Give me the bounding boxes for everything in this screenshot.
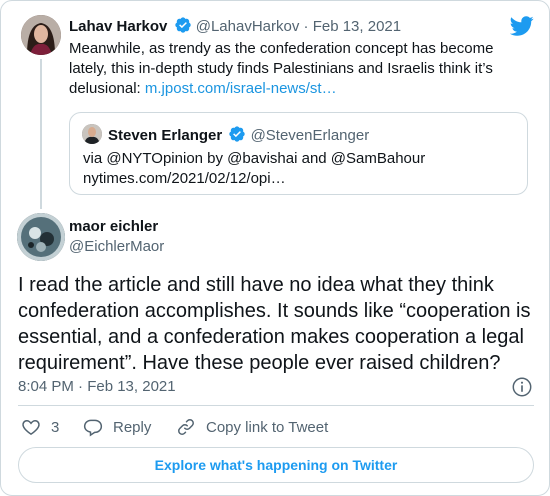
reply-button[interactable]: Reply — [83, 417, 151, 439]
verified-badge-icon — [228, 125, 246, 149]
like-button[interactable]: 3 — [21, 417, 59, 439]
quoted-text-line-1: via @NYTOpinion by @bavishai and @SamBah… — [83, 150, 426, 167]
parent-tweet-text: Meanwhile, as trendy as the confederatio… — [69, 39, 529, 99]
like-count: 3 — [51, 419, 60, 436]
main-tweet-timestamp[interactable]: 8:04 PM · Feb 13, 2021 — [18, 377, 176, 397]
info-icon[interactable] — [511, 376, 533, 398]
separator-dot: · — [303, 18, 309, 35]
parent-date[interactable]: Feb 13, 2021 — [313, 18, 401, 35]
quoted-author-name[interactable]: Steven Erlanger — [108, 127, 222, 144]
copy-link-button[interactable]: Copy link to Tweet — [176, 417, 328, 439]
quoted-tweet-text: via @NYTOpinion by @bavishai and @SamBah… — [83, 149, 513, 189]
divider — [18, 405, 534, 406]
explore-button[interactable]: Explore what's happening on Twitter — [18, 447, 534, 483]
heart-icon — [22, 419, 40, 435]
main-tweet-text: I read the article and still have no ide… — [18, 274, 531, 374]
main-avatar[interactable] — [17, 213, 65, 261]
quoted-text-line-2: nytimes.com/2021/02/12/opi… — [83, 170, 286, 187]
parent-avatar[interactable] — [21, 15, 61, 55]
thread-connector-line — [40, 59, 42, 209]
parent-author-name[interactable]: Lahav Harkov — [69, 18, 167, 35]
parent-article-link[interactable]: m.jpost.com/israel-news/st… — [145, 80, 337, 97]
quoted-header: Steven Erlanger @StevenErlanger — [108, 125, 369, 149]
link-icon — [178, 419, 194, 435]
copy-link-label: Copy link to Tweet — [206, 419, 329, 436]
quoted-tweet[interactable]: Steven Erlanger @StevenErlanger via @NYT… — [69, 112, 528, 195]
verified-badge-icon — [174, 16, 192, 40]
quoted-author-handle[interactable]: @StevenErlanger — [251, 127, 370, 144]
quoted-avatar[interactable] — [82, 124, 102, 144]
twitter-bird-icon[interactable] — [509, 14, 534, 38]
tweet-embed-card: Lahav Harkov @LahavHarkov · Feb 13, 2021… — [0, 0, 550, 496]
reply-bubble-icon — [83, 419, 103, 437]
parent-author-handle[interactable]: @LahavHarkov — [196, 18, 300, 35]
reply-label: Reply — [113, 419, 152, 436]
parent-header: Lahav Harkov @LahavHarkov · Feb 13, 2021 — [69, 16, 401, 40]
main-author-name[interactable]: maor eichler — [69, 217, 158, 237]
main-author-handle[interactable]: @EichlerMaor — [69, 237, 164, 257]
